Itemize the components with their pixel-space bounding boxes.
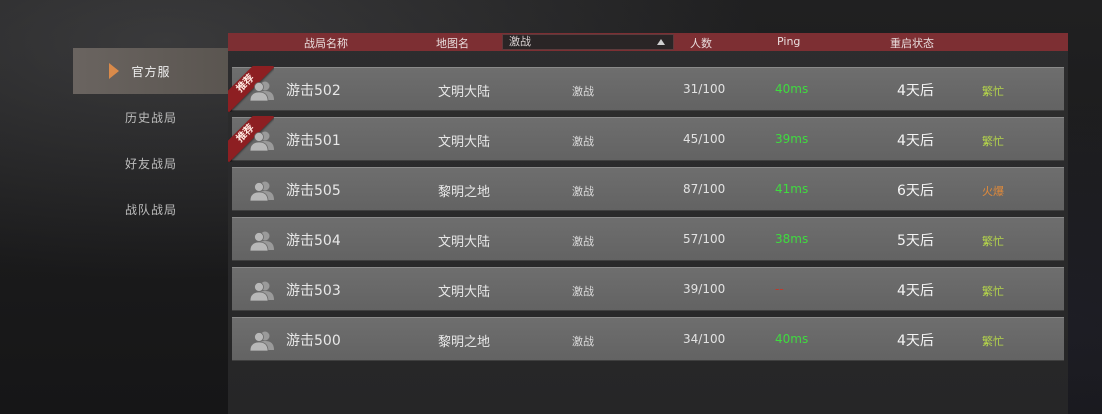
ping-value: 40ms — [775, 332, 809, 346]
players-icon — [250, 131, 274, 151]
sidebar: 官方服 历史战局 好友战局 战队战局 — [73, 48, 229, 232]
column-header-map[interactable]: 地图名 — [436, 35, 469, 51]
server-row[interactable]: 游击504 文明大陆 激战 57/100 38ms 5天后 繁忙 — [232, 217, 1064, 261]
server-status-badge: 繁忙 — [982, 135, 1004, 148]
player-count: 45/100 — [683, 132, 726, 146]
sidebar-item-friends[interactable]: 好友战局 — [73, 140, 229, 186]
sidebar-item-history[interactable]: 历史战局 — [73, 94, 229, 140]
sidebar-item-label: 战队战局 — [124, 202, 177, 217]
column-header-restart[interactable]: 重启状态 — [890, 35, 934, 51]
sidebar-item-label: 官方服 — [131, 64, 171, 79]
players-icon — [250, 231, 274, 251]
server-name: 游击500 — [286, 333, 341, 349]
server-status-badge: 繁忙 — [982, 285, 1004, 298]
ping-value: 40ms — [775, 82, 809, 96]
player-count: 39/100 — [683, 282, 726, 296]
server-list-panel: 战局名称 地图名 激战 人数 Ping 重启状态 推荐 游击502 文明大陆 激… — [228, 33, 1068, 414]
game-mode: 激战 — [572, 135, 594, 148]
server-row[interactable]: 游击505 黎明之地 激战 87/100 41ms 6天后 火爆 — [232, 167, 1064, 211]
sidebar-item-label: 历史战局 — [124, 110, 177, 125]
arrow-right-icon — [109, 63, 119, 79]
mode-filter-dropdown[interactable]: 激战 — [502, 34, 674, 50]
triangle-up-icon — [657, 39, 665, 45]
ping-value: 41ms — [775, 182, 809, 196]
players-icon — [250, 81, 274, 101]
restart-status: 4天后 — [897, 283, 934, 299]
game-mode: 激战 — [572, 235, 594, 248]
server-row[interactable]: 推荐 游击501 文明大陆 激战 45/100 39ms 4天后 繁忙 — [228, 116, 1064, 162]
restart-status: 4天后 — [897, 333, 934, 349]
server-name: 游击505 — [286, 183, 341, 199]
server-status-badge: 繁忙 — [982, 85, 1004, 98]
game-mode: 激战 — [572, 85, 594, 98]
restart-status: 5天后 — [897, 233, 934, 249]
column-header-players[interactable]: 人数 — [690, 35, 712, 51]
server-name: 游击502 — [286, 83, 341, 99]
ping-value: -- — [775, 282, 784, 296]
server-name: 游击503 — [286, 283, 341, 299]
server-row[interactable]: 游击503 文明大陆 激战 39/100 -- 4天后 繁忙 — [232, 267, 1064, 311]
column-header-ping[interactable]: Ping — [777, 35, 800, 48]
restart-status: 4天后 — [897, 133, 934, 149]
server-row[interactable]: 推荐 游击502 文明大陆 激战 31/100 40ms 4天后 繁忙 — [228, 66, 1064, 112]
sidebar-item-label: 好友战局 — [124, 156, 177, 171]
server-status-badge: 繁忙 — [982, 335, 1004, 348]
game-mode: 激战 — [572, 335, 594, 348]
players-icon — [250, 181, 274, 201]
server-name: 游击504 — [286, 233, 341, 249]
server-status-badge: 繁忙 — [982, 235, 1004, 248]
map-name: 文明大陆 — [438, 135, 491, 150]
column-header-name[interactable]: 战局名称 — [304, 35, 348, 51]
map-name: 文明大陆 — [438, 85, 491, 100]
ping-value: 39ms — [775, 132, 809, 146]
server-name: 游击501 — [286, 133, 341, 149]
player-count: 57/100 — [683, 232, 726, 246]
player-count: 34/100 — [683, 332, 726, 346]
server-row[interactable]: 游击500 黎明之地 激战 34/100 40ms 4天后 繁忙 — [232, 317, 1064, 361]
restart-status: 4天后 — [897, 83, 934, 99]
game-mode: 激战 — [572, 285, 594, 298]
players-icon — [250, 281, 274, 301]
mode-filter-value: 激战 — [509, 35, 531, 48]
table-header: 战局名称 地图名 激战 人数 Ping 重启状态 — [228, 33, 1068, 51]
map-name: 黎明之地 — [438, 185, 491, 200]
sidebar-item-team[interactable]: 战队战局 — [73, 186, 229, 232]
server-status-badge: 火爆 — [982, 185, 1004, 198]
map-name: 黎明之地 — [438, 335, 491, 350]
player-count: 87/100 — [683, 182, 726, 196]
restart-status: 6天后 — [897, 183, 934, 199]
map-name: 文明大陆 — [438, 235, 491, 250]
sidebar-item-official[interactable]: 官方服 — [73, 48, 229, 94]
players-icon — [250, 331, 274, 351]
ping-value: 38ms — [775, 232, 809, 246]
game-mode: 激战 — [572, 185, 594, 198]
player-count: 31/100 — [683, 82, 726, 96]
map-name: 文明大陆 — [438, 285, 491, 300]
